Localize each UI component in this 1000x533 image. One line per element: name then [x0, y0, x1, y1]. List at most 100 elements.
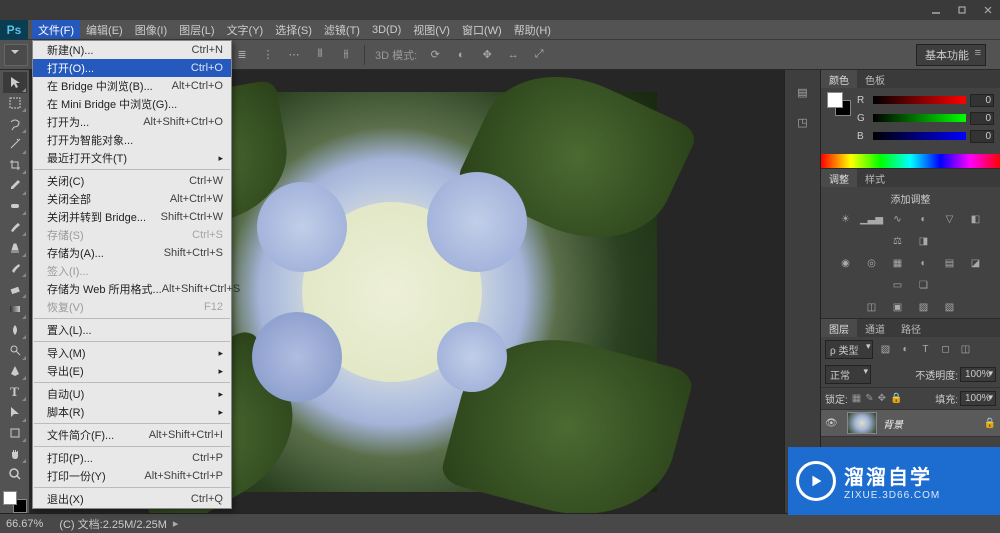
color-swatches[interactable] [3, 491, 27, 514]
file-menu-item[interactable]: 存储为(A)...Shift+Ctrl+S [33, 244, 231, 262]
tab-styles[interactable]: 样式 [857, 169, 893, 187]
lasso-tool[interactable] [3, 113, 27, 134]
distribute-5-icon[interactable]: ⫴ [308, 44, 332, 66]
opacity-value[interactable]: 100% [960, 367, 996, 382]
distribute-3-icon[interactable]: ⋮ [256, 44, 280, 66]
gradient-tool[interactable] [3, 299, 27, 320]
3d-orbit-icon[interactable]: ⟳ [423, 44, 447, 66]
status-menu-arrow-icon[interactable]: ▸ [173, 517, 179, 530]
adj-threshold-icon[interactable]: ◪ [968, 256, 984, 270]
color-ramp[interactable] [821, 154, 1000, 168]
adj-curves-icon[interactable]: ∿ [890, 212, 906, 226]
adj-selectivecolor-icon[interactable]: ❏ [916, 278, 932, 292]
file-menu-item[interactable]: 退出(X)Ctrl+Q [33, 490, 231, 508]
layer-thumbnail[interactable] [847, 412, 877, 434]
adj-photo-filter-icon[interactable]: ◉ [838, 256, 854, 270]
panel-color-swatch[interactable] [827, 92, 851, 116]
history-panel-icon[interactable]: ▤ [791, 80, 815, 104]
tab-swatches[interactable]: 色板 [857, 70, 893, 88]
filter-adjust-icon[interactable]: ◐ [897, 343, 913, 357]
adj-invert-icon[interactable]: ◐ [916, 256, 932, 270]
pen-tool[interactable] [3, 361, 27, 382]
adj-vibrance-icon[interactable]: ▽ [942, 212, 958, 226]
adj-posterize-icon[interactable]: ▤ [942, 256, 958, 270]
distribute-6-icon[interactable]: ⫵ [334, 44, 358, 66]
lock-position-icon[interactable]: ✥ [878, 393, 886, 404]
layer-name[interactable]: 背景 [883, 416, 984, 431]
file-menu-item[interactable]: 最近打开文件(T) [33, 149, 231, 167]
layer-filter-kind[interactable]: ρ 类型 [825, 340, 873, 359]
properties-panel-icon[interactable]: ◳ [791, 110, 815, 134]
lock-transparent-icon[interactable]: ▦ [852, 393, 861, 404]
doc-size[interactable]: (C) 文档:2.25M/2.25M [59, 516, 167, 532]
dodge-tool[interactable] [3, 340, 27, 361]
visibility-eye-icon[interactable]: 👁 [825, 418, 841, 429]
layer-row-background[interactable]: 👁 背景 🔒 [821, 409, 1000, 437]
menu-edit[interactable]: 编辑(E) [80, 20, 129, 39]
file-menu-item[interactable]: 新建(N)...Ctrl+N [33, 41, 231, 59]
file-menu-item[interactable]: 置入(L)... [33, 321, 231, 339]
adj-brightness-icon[interactable]: ☀ [838, 212, 854, 226]
adj-levels-icon[interactable]: ▁▃▅ [864, 212, 880, 226]
healing-brush-tool[interactable] [3, 196, 27, 217]
window-close-button[interactable] [976, 2, 1000, 18]
clone-stamp-tool[interactable] [3, 237, 27, 258]
file-menu-item[interactable]: 关闭(C)Ctrl+W [33, 172, 231, 190]
distribute-4-icon[interactable]: ⋯ [282, 44, 306, 66]
menu-image[interactable]: 图像(I) [129, 20, 173, 39]
window-minimize-button[interactable] [924, 2, 948, 18]
lock-pixels-icon[interactable]: ✎ [865, 393, 873, 404]
brush-tool[interactable] [3, 216, 27, 237]
history-brush-tool[interactable] [3, 258, 27, 279]
menu-type[interactable]: 文字(Y) [221, 20, 270, 39]
marquee-tool[interactable] [3, 93, 27, 114]
tab-paths[interactable]: 路径 [893, 319, 929, 337]
menu-select[interactable]: 选择(S) [269, 20, 318, 39]
3d-roll-icon[interactable]: ◐ [449, 44, 473, 66]
b-value[interactable]: 0 [970, 130, 994, 143]
adj-exposure-icon[interactable]: ◐ [916, 212, 932, 226]
tab-layers[interactable]: 图层 [821, 319, 857, 337]
file-menu-item[interactable]: 关闭全部Alt+Ctrl+W [33, 190, 231, 208]
file-menu-item[interactable]: 文件简介(F)...Alt+Shift+Ctrl+I [33, 426, 231, 444]
magic-wand-tool[interactable] [3, 134, 27, 155]
adj-extra4-icon[interactable]: ▧ [942, 300, 958, 314]
eraser-tool[interactable] [3, 278, 27, 299]
menu-window[interactable]: 窗口(W) [456, 20, 508, 39]
menu-view[interactable]: 视图(V) [407, 20, 456, 39]
menu-file[interactable]: 文件(F) [32, 20, 80, 39]
g-value[interactable]: 0 [970, 112, 994, 125]
window-restore-button[interactable] [950, 2, 974, 18]
rectangle-tool[interactable] [3, 423, 27, 444]
file-menu-item[interactable]: 打印一份(Y)Alt+Shift+Ctrl+P [33, 467, 231, 485]
zoom-level[interactable]: 66.67% [6, 518, 43, 530]
adj-colorbalance-icon[interactable]: ⚖ [890, 234, 906, 248]
file-menu-item[interactable]: 打开(O)...Ctrl+O [33, 59, 231, 77]
path-selection-tool[interactable] [3, 402, 27, 423]
file-menu-item[interactable]: 在 Mini Bridge 中浏览(G)... [33, 95, 231, 113]
adj-extra2-icon[interactable]: ▣ [890, 300, 906, 314]
file-menu-item[interactable]: 打开为...Alt+Shift+Ctrl+O [33, 113, 231, 131]
distribute-2-icon[interactable]: ≣ [230, 44, 254, 66]
adj-channelmixer-icon[interactable]: ◎ [864, 256, 880, 270]
blend-mode-dropdown[interactable]: 正常 [825, 365, 871, 384]
tab-channels[interactable]: 通道 [857, 319, 893, 337]
file-menu-item[interactable]: 打开为智能对象... [33, 131, 231, 149]
lock-all-icon[interactable]: 🔒 [890, 393, 902, 404]
workspace-preset-dropdown[interactable]: 基本功能 [916, 44, 986, 66]
adj-colorlookup-icon[interactable]: ▦ [890, 256, 906, 270]
eyedropper-tool[interactable] [3, 175, 27, 196]
crop-tool[interactable] [3, 155, 27, 176]
3d-slide-icon[interactable]: ↔ [501, 44, 525, 66]
g-slider[interactable] [873, 114, 966, 122]
hand-tool[interactable] [3, 443, 27, 464]
menu-layer[interactable]: 图层(L) [173, 20, 220, 39]
r-slider[interactable] [873, 96, 966, 104]
type-tool[interactable]: T [3, 381, 27, 402]
menu-help[interactable]: 帮助(H) [508, 20, 557, 39]
3d-pan-icon[interactable]: ✥ [475, 44, 499, 66]
adj-extra1-icon[interactable]: ◫ [864, 300, 880, 314]
blur-tool[interactable] [3, 320, 27, 341]
tool-preset-picker[interactable] [4, 44, 28, 66]
menu-filter[interactable]: 滤镜(T) [318, 20, 366, 39]
